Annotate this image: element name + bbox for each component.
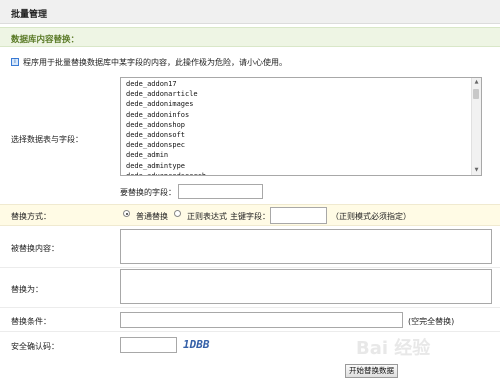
table-list: dede_addon17 dede_addonarticle dede_addoni…: [121, 78, 481, 175]
replace-mode-label: 替换方式：: [11, 212, 51, 221]
select-table-label: 选择数据表与字段：: [11, 135, 83, 144]
table-list-item[interactable]: dede_addon17: [126, 79, 481, 89]
captcha-image: 1DBB: [183, 338, 210, 351]
replace-condition-input[interactable]: [120, 312, 403, 328]
scroll-thumb[interactable]: [473, 89, 479, 99]
info-row: i 程序用于批量替换数据库中某字段的内容，此操作极为危险，请小心使用。: [11, 56, 287, 68]
section-header: 数据库内容替换：: [0, 27, 500, 47]
row-divider: [0, 307, 500, 308]
replace-condition-label: 替换条件：: [11, 317, 51, 326]
replace-with-label: 替换为：: [11, 285, 43, 294]
captcha-label: 安全确认码：: [11, 342, 59, 351]
scroll-down-icon[interactable]: ▼: [472, 166, 481, 175]
replaced-content-textarea[interactable]: [120, 229, 492, 264]
primary-key-label: 主键字段：: [230, 212, 270, 221]
captcha-input[interactable]: [120, 337, 177, 353]
table-list-item[interactable]: dede_addonsoft: [126, 130, 481, 140]
table-list-item[interactable]: dede_addonshop: [126, 120, 481, 130]
replaced-content-label: 被替换内容：: [11, 244, 59, 253]
primary-key-input[interactable]: [270, 207, 327, 224]
table-list-item[interactable]: dede_admintype: [126, 161, 481, 171]
table-list-item[interactable]: dede_admin: [126, 150, 481, 160]
table-list-item[interactable]: dede_advancedsearch: [126, 171, 481, 175]
regex-replace-label: 正则表达式: [187, 212, 227, 221]
regex-replace-radio[interactable]: [174, 210, 181, 217]
field-to-replace-label: 要替换的字段：: [120, 188, 176, 197]
table-list-item[interactable]: dede_addonspec: [126, 140, 481, 150]
replace-with-textarea[interactable]: [120, 269, 492, 304]
table-list-item[interactable]: dede_addoninfos: [126, 110, 481, 120]
row-divider: [0, 331, 500, 332]
table-list-item[interactable]: dede_addonimages: [126, 99, 481, 109]
page-title: 批量管理: [11, 10, 48, 20]
normal-replace-radio[interactable]: [123, 210, 130, 217]
listbox-scrollbar[interactable]: ▲ ▼: [471, 78, 481, 175]
start-replace-button[interactable]: 开始替换数据: [345, 364, 398, 378]
normal-replace-label: 普通替换: [136, 212, 168, 221]
table-list-item[interactable]: dede_addonarticle: [126, 89, 481, 99]
info-text: 程序用于批量替换数据库中某字段的内容，此操作极为危险，请小心使用。: [23, 57, 287, 67]
row-divider: [0, 267, 500, 268]
field-to-replace-input[interactable]: [178, 184, 263, 199]
replace-condition-note: (空完全替换): [408, 317, 455, 326]
section-title: 数据库内容替换：: [11, 35, 80, 45]
watermark: Bai 经验: [356, 338, 431, 359]
info-icon: i: [11, 58, 19, 66]
regex-note: （正则模式必须指定）: [331, 212, 411, 221]
table-field-listbox[interactable]: dede_addon17 dede_addonarticle dede_addoni…: [120, 77, 482, 176]
page-header: 批量管理: [0, 0, 500, 24]
scroll-up-icon[interactable]: ▲: [472, 78, 481, 87]
